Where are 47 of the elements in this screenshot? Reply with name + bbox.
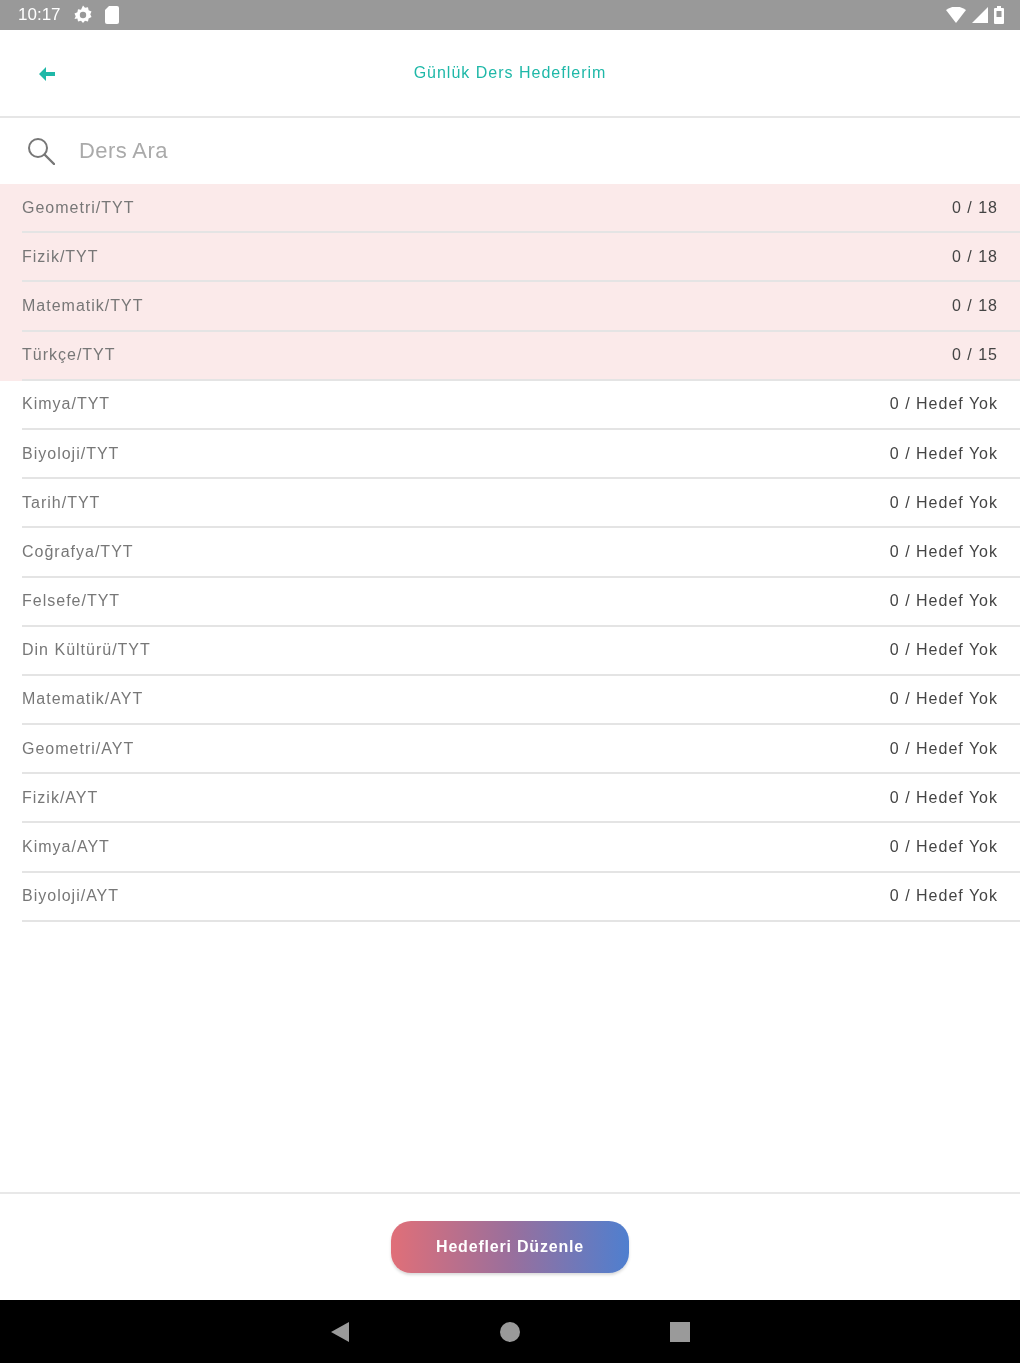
recents-icon[interactable]	[670, 1321, 690, 1342]
subject-row[interactable]: Matematik/TYT 0 / 18	[0, 282, 1020, 332]
status-time: 10:17	[18, 5, 61, 25]
subject-name: Matematik/TYT	[22, 296, 144, 315]
edit-goals-button[interactable]: Hedefleri Düzenle	[391, 1221, 629, 1273]
goal-progress: 0 / Hedef Yok	[889, 838, 998, 857]
subject-name: Tarih/TYT	[22, 493, 101, 512]
subject-name: Geometri/TYT	[22, 198, 135, 217]
goal-progress: 0 / Hedef Yok	[889, 641, 998, 660]
subject-name: Coğrafya/TYT	[22, 542, 134, 561]
goal-progress: 0 / Hedef Yok	[889, 395, 998, 414]
subject-name: Kimya/TYT	[22, 395, 111, 414]
gear-icon	[72, 5, 93, 25]
subject-row[interactable]: Geometri/TYT 0 / 18	[0, 184, 1020, 234]
goal-progress: 0 / Hedef Yok	[889, 493, 998, 512]
battery-icon	[994, 6, 1004, 24]
back-icon[interactable]	[330, 1321, 350, 1342]
subject-row[interactable]: Türkçe/TYT 0 / 15	[0, 331, 1020, 381]
signal-icon	[972, 7, 988, 23]
subject-name: Din Kültürü/TYT	[22, 641, 151, 660]
subject-name: Biyoloji/TYT	[22, 444, 120, 463]
subject-name: Matematik/AYT	[22, 690, 144, 709]
search-icon	[27, 137, 55, 165]
home-icon[interactable]	[500, 1321, 520, 1342]
goal-progress: 0 / 18	[951, 247, 998, 266]
goal-progress: 0 / Hedef Yok	[889, 690, 998, 709]
goal-progress: 0 / Hedef Yok	[889, 444, 998, 463]
goal-progress: 0 / Hedef Yok	[889, 592, 998, 611]
subject-name: Biyoloji/AYT	[22, 887, 120, 906]
goal-progress: 0 / Hedef Yok	[889, 542, 998, 561]
search-field[interactable]: Ders Ara	[79, 131, 1000, 171]
wifi-icon	[946, 7, 966, 23]
goal-progress: 0 / Hedef Yok	[889, 739, 998, 758]
subject-name: Türkçe/TYT	[22, 346, 116, 365]
goal-progress: 0 / 18	[951, 296, 998, 315]
sd-card-icon	[104, 6, 119, 24]
subject-row[interactable]: Fizik/TYT 0 / 18	[0, 233, 1020, 283]
subject-name: Felsefe/TYT	[22, 592, 121, 611]
goal-progress: 0 / Hedef Yok	[889, 788, 998, 807]
goal-progress: 0 / 15	[951, 346, 998, 365]
subject-name: Kimya/AYT	[22, 838, 110, 857]
goal-progress: 0 / Hedef Yok	[889, 887, 998, 906]
subject-name: Geometri/AYT	[22, 739, 135, 758]
screen-title: Günlük Ders Hedeflerim	[413, 64, 607, 82]
goal-progress: 0 / 18	[951, 198, 998, 217]
subject-name: Fizik/AYT	[22, 788, 99, 807]
subject-name: Fizik/TYT	[22, 247, 99, 266]
